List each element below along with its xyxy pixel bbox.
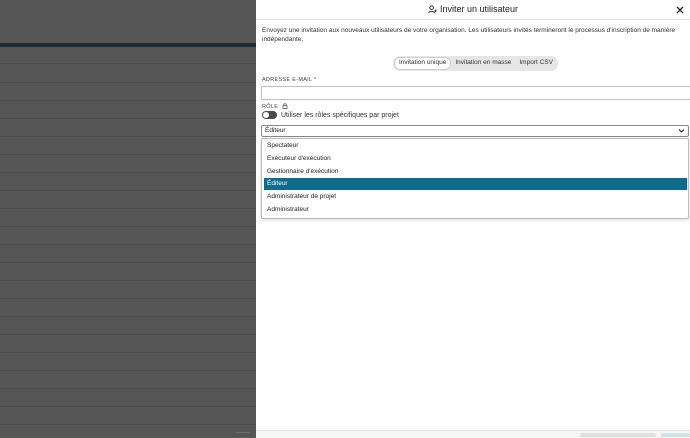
background-divider <box>0 154 256 155</box>
background-divider <box>0 370 256 371</box>
background-divider <box>0 226 256 227</box>
email-label-text: ADRESSE E-MAIL <box>262 77 313 83</box>
invite-mode-tabs: Invitation unique Invitation en masse Im… <box>393 56 558 71</box>
background-divider <box>0 352 256 353</box>
role-option-gestionnaire[interactable]: Gestionnaire d'exécution <box>264 166 687 178</box>
role-option-administrateur[interactable]: Administrateur <box>264 204 687 216</box>
background-divider <box>0 244 256 245</box>
background-divider <box>0 388 256 389</box>
role-option-executeur[interactable]: Exécuteur d'exécution <box>264 153 687 165</box>
tab-invitation-unique[interactable]: Invitation unique <box>394 57 452 70</box>
panel-header: Inviter un utilisateur <box>256 0 690 20</box>
background-divider <box>0 406 256 407</box>
background-divider <box>0 63 256 64</box>
footer-secondary-button[interactable] <box>580 433 656 437</box>
role-select[interactable]: Éditeur <box>261 125 689 137</box>
role-option-admin-projet[interactable]: Administrateur de projet <box>264 191 687 203</box>
role-select-value: Éditeur <box>265 127 286 134</box>
project-roles-toggle-label: Utiliser les rôles spécifiques par proje… <box>281 111 399 119</box>
email-field[interactable] <box>261 86 690 100</box>
background-control <box>236 432 250 438</box>
background-divider <box>0 190 256 191</box>
lock-icon <box>282 103 288 111</box>
toggle-knob <box>263 112 269 118</box>
role-dropdown: Spectateur Exécuteur d'exécution Gestion… <box>261 138 689 219</box>
invite-user-panel: Inviter un utilisateur Envoyez une invit… <box>256 0 690 437</box>
panel-title-wrap: Inviter un utilisateur <box>256 4 690 16</box>
background-divider <box>0 424 256 425</box>
tab-invitation-en-masse[interactable]: Invitation en masse <box>451 57 515 70</box>
background-divider <box>0 82 256 83</box>
role-label: RÔLE <box>262 103 288 111</box>
user-plus-icon <box>428 5 437 16</box>
invite-description: Envoyez une invitation aux nouveaux util… <box>262 27 676 43</box>
role-option-spectateur[interactable]: Spectateur <box>264 140 687 152</box>
background-divider <box>0 100 256 101</box>
background-header-band <box>0 43 256 47</box>
panel-title: Inviter un utilisateur <box>439 4 519 14</box>
background-divider <box>0 316 256 317</box>
project-roles-toggle[interactable] <box>262 111 277 119</box>
close-icon[interactable] <box>674 4 686 16</box>
background-divider <box>0 118 256 119</box>
background-overlay[interactable] <box>0 0 256 437</box>
email-label: ADRESSE E-MAIL * <box>262 77 316 83</box>
chevron-down-icon <box>678 128 685 138</box>
project-roles-toggle-row: Utiliser les rôles spécifiques par proje… <box>262 111 399 119</box>
role-option-editeur[interactable]: Éditeur <box>264 178 687 190</box>
background-divider <box>0 298 256 299</box>
background-divider <box>0 172 256 173</box>
background-divider <box>0 280 256 281</box>
footer-primary-button[interactable] <box>661 433 690 437</box>
close-button[interactable] <box>674 3 686 15</box>
background-divider <box>0 136 256 137</box>
background-divider <box>0 334 256 335</box>
required-marker: * <box>313 77 317 83</box>
tab-import-csv[interactable]: Import CSV <box>515 57 557 70</box>
background-divider <box>0 208 256 209</box>
background-divider <box>0 262 256 263</box>
role-label-text: RÔLE <box>262 104 279 110</box>
